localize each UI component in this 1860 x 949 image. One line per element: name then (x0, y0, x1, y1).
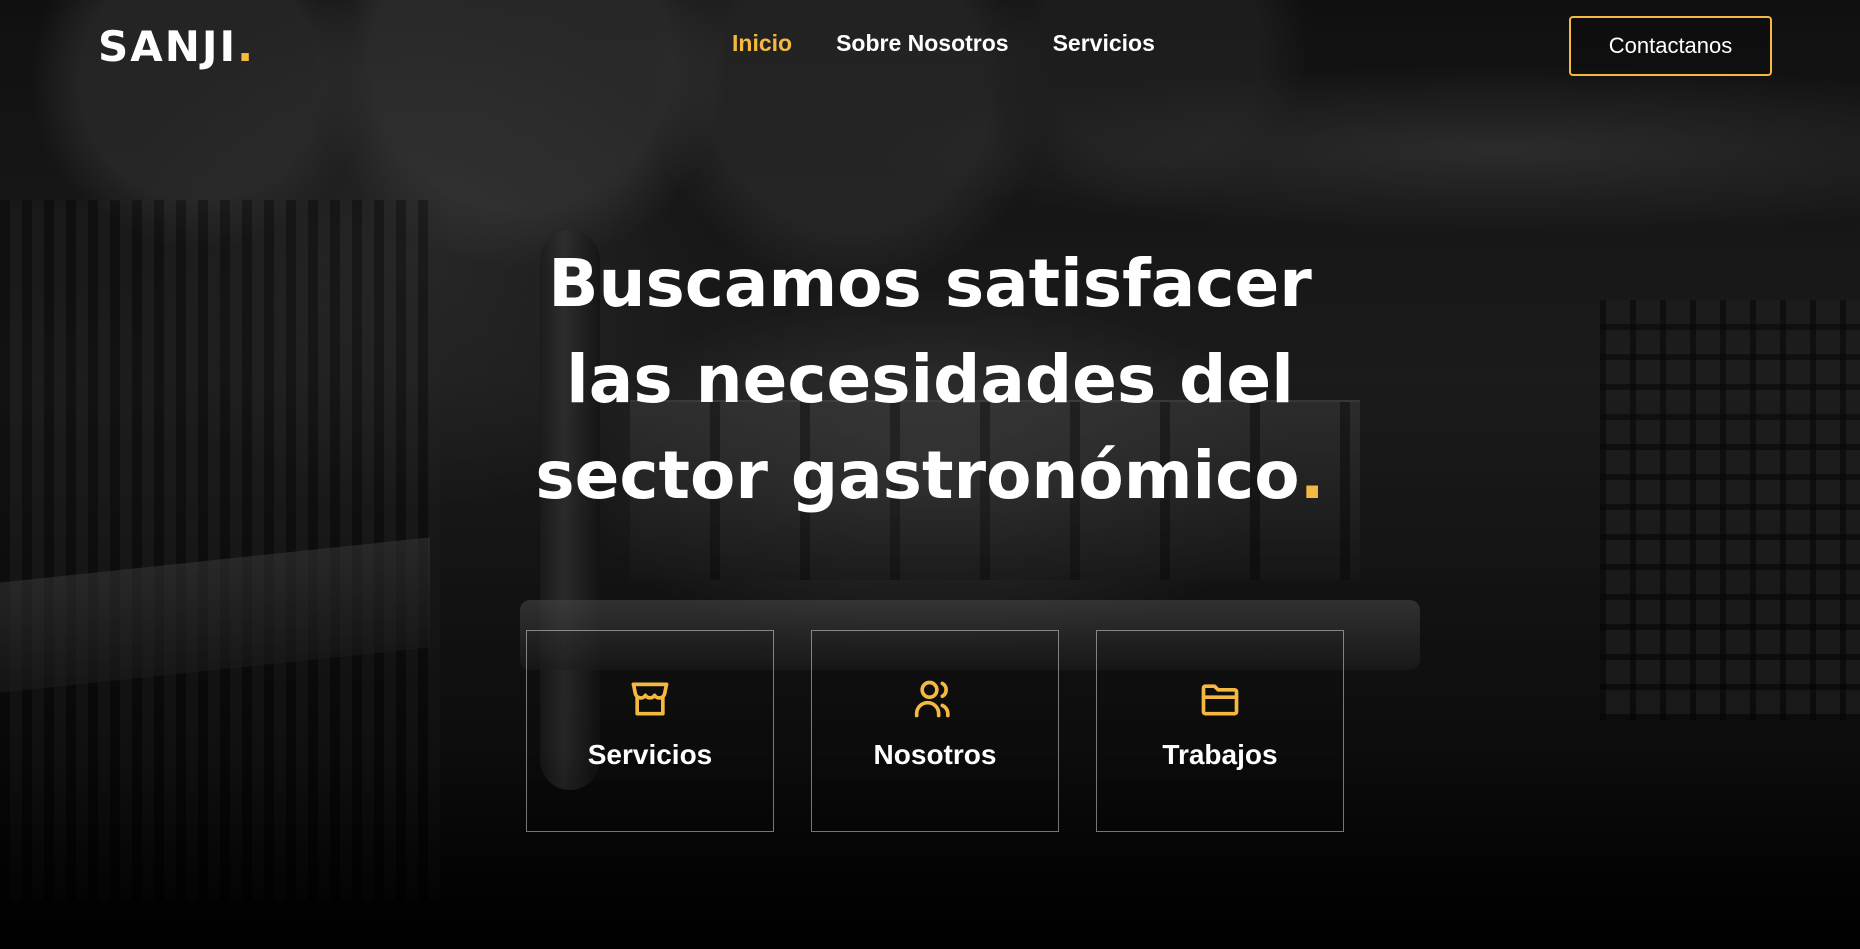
nav-item-servicios: Servicios (1053, 30, 1155, 57)
contact-button[interactable]: Contactanos (1569, 16, 1772, 76)
nav-link-sobre-nosotros[interactable]: Sobre Nosotros (836, 30, 1009, 56)
nav-item-inicio: Inicio (732, 30, 792, 57)
folder-icon (1201, 684, 1239, 716)
card-trabajos[interactable]: Trabajos (1096, 630, 1344, 832)
store-icon (631, 682, 669, 716)
brand-dot: . (237, 22, 256, 71)
users-icon (914, 680, 950, 718)
hero-line-2: las necesidades del (566, 341, 1294, 418)
brand-logo[interactable]: SANJI. (98, 22, 255, 71)
hero-headline: Buscamos satisfacer las necesidades del … (430, 236, 1430, 524)
site-header: SANJI. Inicio Sobre Nosotros Servicios C… (0, 0, 1860, 92)
hero-line-3: sector gastronómico (535, 437, 1300, 514)
card-servicios[interactable]: Servicios (526, 630, 774, 832)
main-nav: Inicio Sobre Nosotros Servicios (732, 30, 1155, 57)
nav-item-sobre-nosotros: Sobre Nosotros (836, 30, 1009, 57)
card-label-trabajos: Trabajos (1162, 739, 1278, 770)
hero-line-1: Buscamos satisfacer (548, 245, 1312, 322)
card-nosotros[interactable]: Nosotros (811, 630, 1059, 832)
card-label-nosotros: Nosotros (873, 739, 997, 770)
card-label-servicios: Servicios (587, 739, 713, 770)
nav-link-servicios[interactable]: Servicios (1053, 30, 1155, 56)
hero-accent-dot: . (1299, 437, 1325, 514)
nav-link-inicio[interactable]: Inicio (732, 30, 792, 56)
brand-name: SANJI (98, 22, 238, 71)
feature-cards: Servicios Nosotros Trabajos (526, 630, 1344, 832)
hero-line-3-wrap: sector gastronómico. (430, 428, 1430, 524)
